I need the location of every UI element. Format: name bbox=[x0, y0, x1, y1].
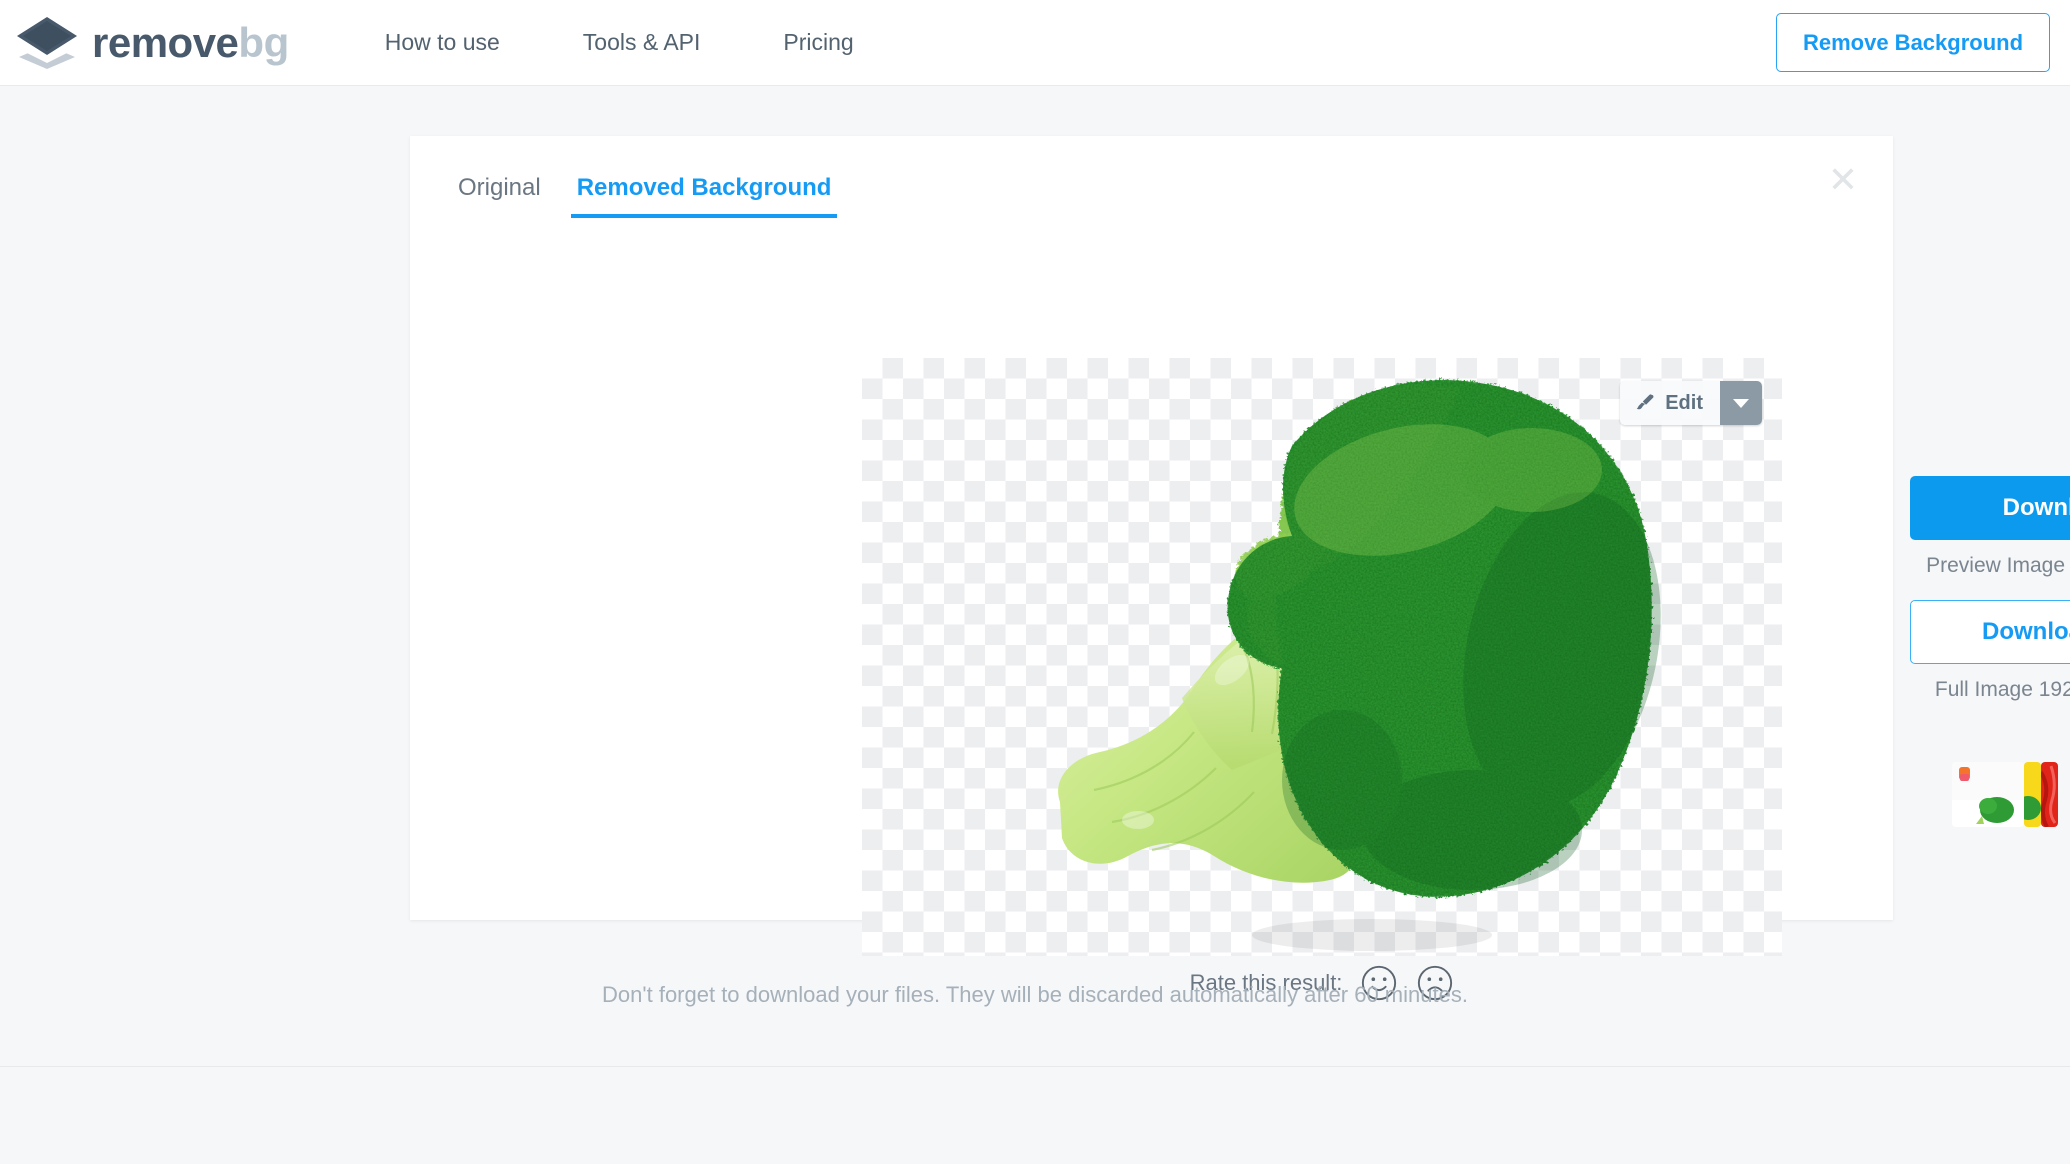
view-tabs: Original Removed Background bbox=[452, 170, 838, 218]
preview-image-caption: Preview Image 619 × 403 bbox=[1850, 554, 2070, 578]
design-thumb-red[interactable] bbox=[2041, 762, 2058, 827]
footer-note: Don't forget to download your files. The… bbox=[602, 982, 1468, 1007]
nav-link-how-to-use[interactable]: How to use bbox=[385, 29, 500, 56]
paint-brush-icon bbox=[1636, 394, 1654, 410]
brand-wordmark: removebg bbox=[92, 18, 289, 66]
tab-original[interactable]: Original bbox=[452, 170, 547, 218]
download-button[interactable]: Download bbox=[1910, 476, 2070, 540]
full-image-caption: Full Image 1920 × 1252 bbox=[1850, 678, 2070, 702]
chevron-down-icon bbox=[1733, 399, 1749, 408]
brand-logo[interactable]: removebg bbox=[14, 15, 289, 71]
edit-button-group: Edit bbox=[1620, 381, 1762, 425]
site-header: removebg How to use Tools & API Pricing … bbox=[0, 0, 2070, 86]
footer-divider bbox=[0, 1066, 2070, 1067]
edit-button-label: Edit bbox=[1665, 391, 1703, 414]
brand-bg-text: bg bbox=[238, 18, 289, 66]
download-panel: Download Preview Image 619 × 403 Downloa… bbox=[1850, 358, 2070, 827]
layers-diamond-icon bbox=[17, 16, 77, 69]
close-icon[interactable]: ✕ bbox=[1821, 158, 1865, 202]
design-thumb-white[interactable] bbox=[1952, 762, 2024, 827]
image-canvas[interactable]: Edit bbox=[862, 358, 1782, 956]
design-thumb-yellow[interactable] bbox=[2024, 762, 2041, 827]
edit-dropdown-toggle[interactable] bbox=[1720, 381, 1762, 425]
full-image-size: Full Image 1920 × 1252 bbox=[1934, 678, 2070, 701]
tab-removed-background[interactable]: Removed Background bbox=[570, 170, 838, 218]
design-preview-yellow-icon bbox=[2024, 762, 2041, 827]
design-thumbnails[interactable] bbox=[1952, 762, 2058, 827]
brand-remove-text: remove bbox=[92, 18, 239, 66]
add-design-row[interactable]: Add design bbox=[1952, 762, 2070, 827]
main-nav: How to use Tools & API Pricing bbox=[385, 29, 854, 56]
broccoli-image bbox=[1058, 380, 1661, 951]
result-card: ✕ Original Removed Background Edit Down … bbox=[410, 136, 2070, 1001]
edit-button[interactable]: Edit bbox=[1620, 381, 1720, 425]
design-preview-red-icon bbox=[2041, 762, 2058, 827]
remove-background-button[interactable]: Remove Background bbox=[1776, 13, 2050, 72]
download-hd-button[interactable]: Download HD bbox=[1910, 600, 2070, 664]
nav-link-tools-api[interactable]: Tools & API bbox=[583, 29, 701, 56]
preview-image-size: Preview Image 619 × 403 bbox=[1926, 554, 2070, 577]
nav-link-pricing[interactable]: Pricing bbox=[783, 29, 853, 56]
design-preview-white-icon bbox=[1952, 762, 2024, 827]
